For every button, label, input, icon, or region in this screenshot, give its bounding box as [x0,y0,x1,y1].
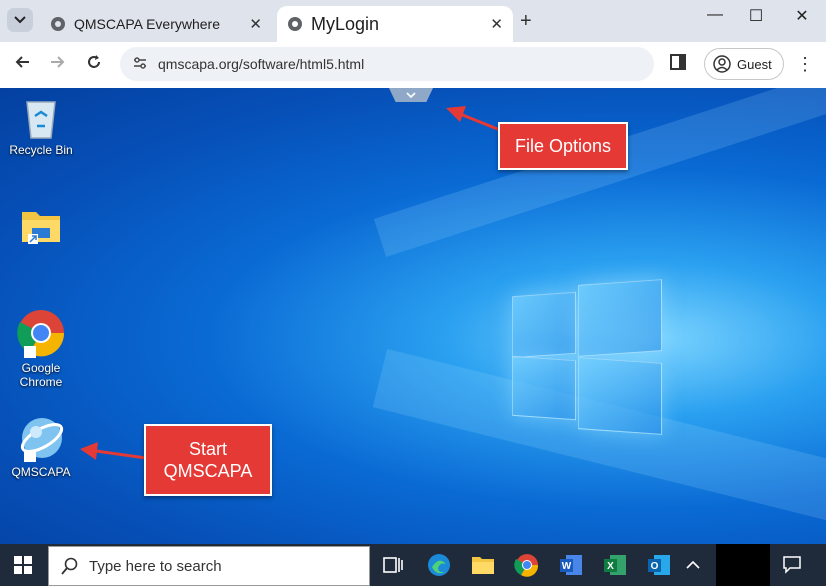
file-options-callout: File Options [498,122,628,170]
chevron-up-icon[interactable] [684,556,702,574]
edge-icon[interactable] [426,552,452,578]
search-placeholder: Type here to search [89,557,222,575]
arrow-head [446,106,466,122]
search-icon [61,557,78,575]
callout-text: Start QMSCAPA [163,439,253,481]
user-icon [713,55,731,73]
remote-desktop[interactable]: Recycle Bin Google Chrome QMSCAPA File O… [0,88,826,544]
chevron-down-icon [406,92,416,98]
taskbar: Type here to search W X O [0,544,826,586]
profile-button[interactable]: Guest [704,48,784,80]
annotation-arrows [80,106,501,460]
new-tab-button[interactable]: + [520,10,532,33]
word-icon[interactable]: W [558,552,584,578]
globe-icon [288,17,302,31]
chrome-icon[interactable] [514,552,540,578]
windows-start-icon[interactable] [14,556,32,574]
notification-icon[interactable] [782,554,802,574]
site-settings-icon[interactable] [132,55,148,71]
close-tab-icon[interactable]: ✕ [490,15,503,33]
svg-text:X: X [607,561,614,572]
browser-tab-strip: QMSCAPA Everywhere ✕ MyLogin ✕ + — ☐ ✕ [0,0,826,42]
profile-label: Guest [737,56,772,72]
forward-button[interactable] [50,54,66,75]
callout-text: File Options [514,135,612,156]
arrow-right-icon [51,56,65,68]
address-bar[interactable]: qmscapa.org/software/html5.html [120,47,654,81]
browser-toolbar: qmscapa.org/software/html5.html Guest ⋮ [0,42,826,88]
system-tray-area [716,544,770,586]
tab-label: MyLogin [311,13,380,34]
outlook-icon[interactable]: O [646,552,672,578]
reload-button[interactable] [86,54,102,75]
url-text: qmscapa.org/software/html5.html [158,56,365,72]
maximize-button[interactable]: ☐ [736,6,776,26]
arrow-line [459,112,501,132]
tab-label: QMSCAPA Everywhere [74,16,221,32]
tab-mylogin[interactable]: MyLogin ✕ [277,6,513,42]
reload-icon [88,55,100,68]
svg-text:O: O [651,561,659,572]
arrow-head [80,442,98,460]
browser-menu-button[interactable]: ⋮ [796,54,814,75]
chevron-down-icon [14,16,26,24]
tab-qmscapa-everywhere[interactable]: QMSCAPA Everywhere ✕ [40,6,272,42]
close-tab-icon[interactable]: ✕ [249,15,262,33]
svg-text:W: W [562,561,572,572]
back-button[interactable] [14,54,30,75]
arrow-left-icon [15,56,29,68]
globe-icon [51,17,65,31]
tab-search-button[interactable] [7,8,33,32]
start-qmscapa-callout: Start QMSCAPA [144,424,272,496]
close-window-button[interactable]: ✕ [782,6,822,26]
minimize-button[interactable]: — [695,6,735,24]
taskbar-search-box[interactable]: Type here to search [48,546,370,586]
side-panel-icon[interactable] [670,54,686,70]
task-view-icon[interactable] [380,552,406,578]
file-options-toggle[interactable] [389,88,433,102]
file-explorer-icon[interactable] [470,552,496,578]
arrow-line [95,449,147,460]
excel-icon[interactable]: X [602,552,628,578]
